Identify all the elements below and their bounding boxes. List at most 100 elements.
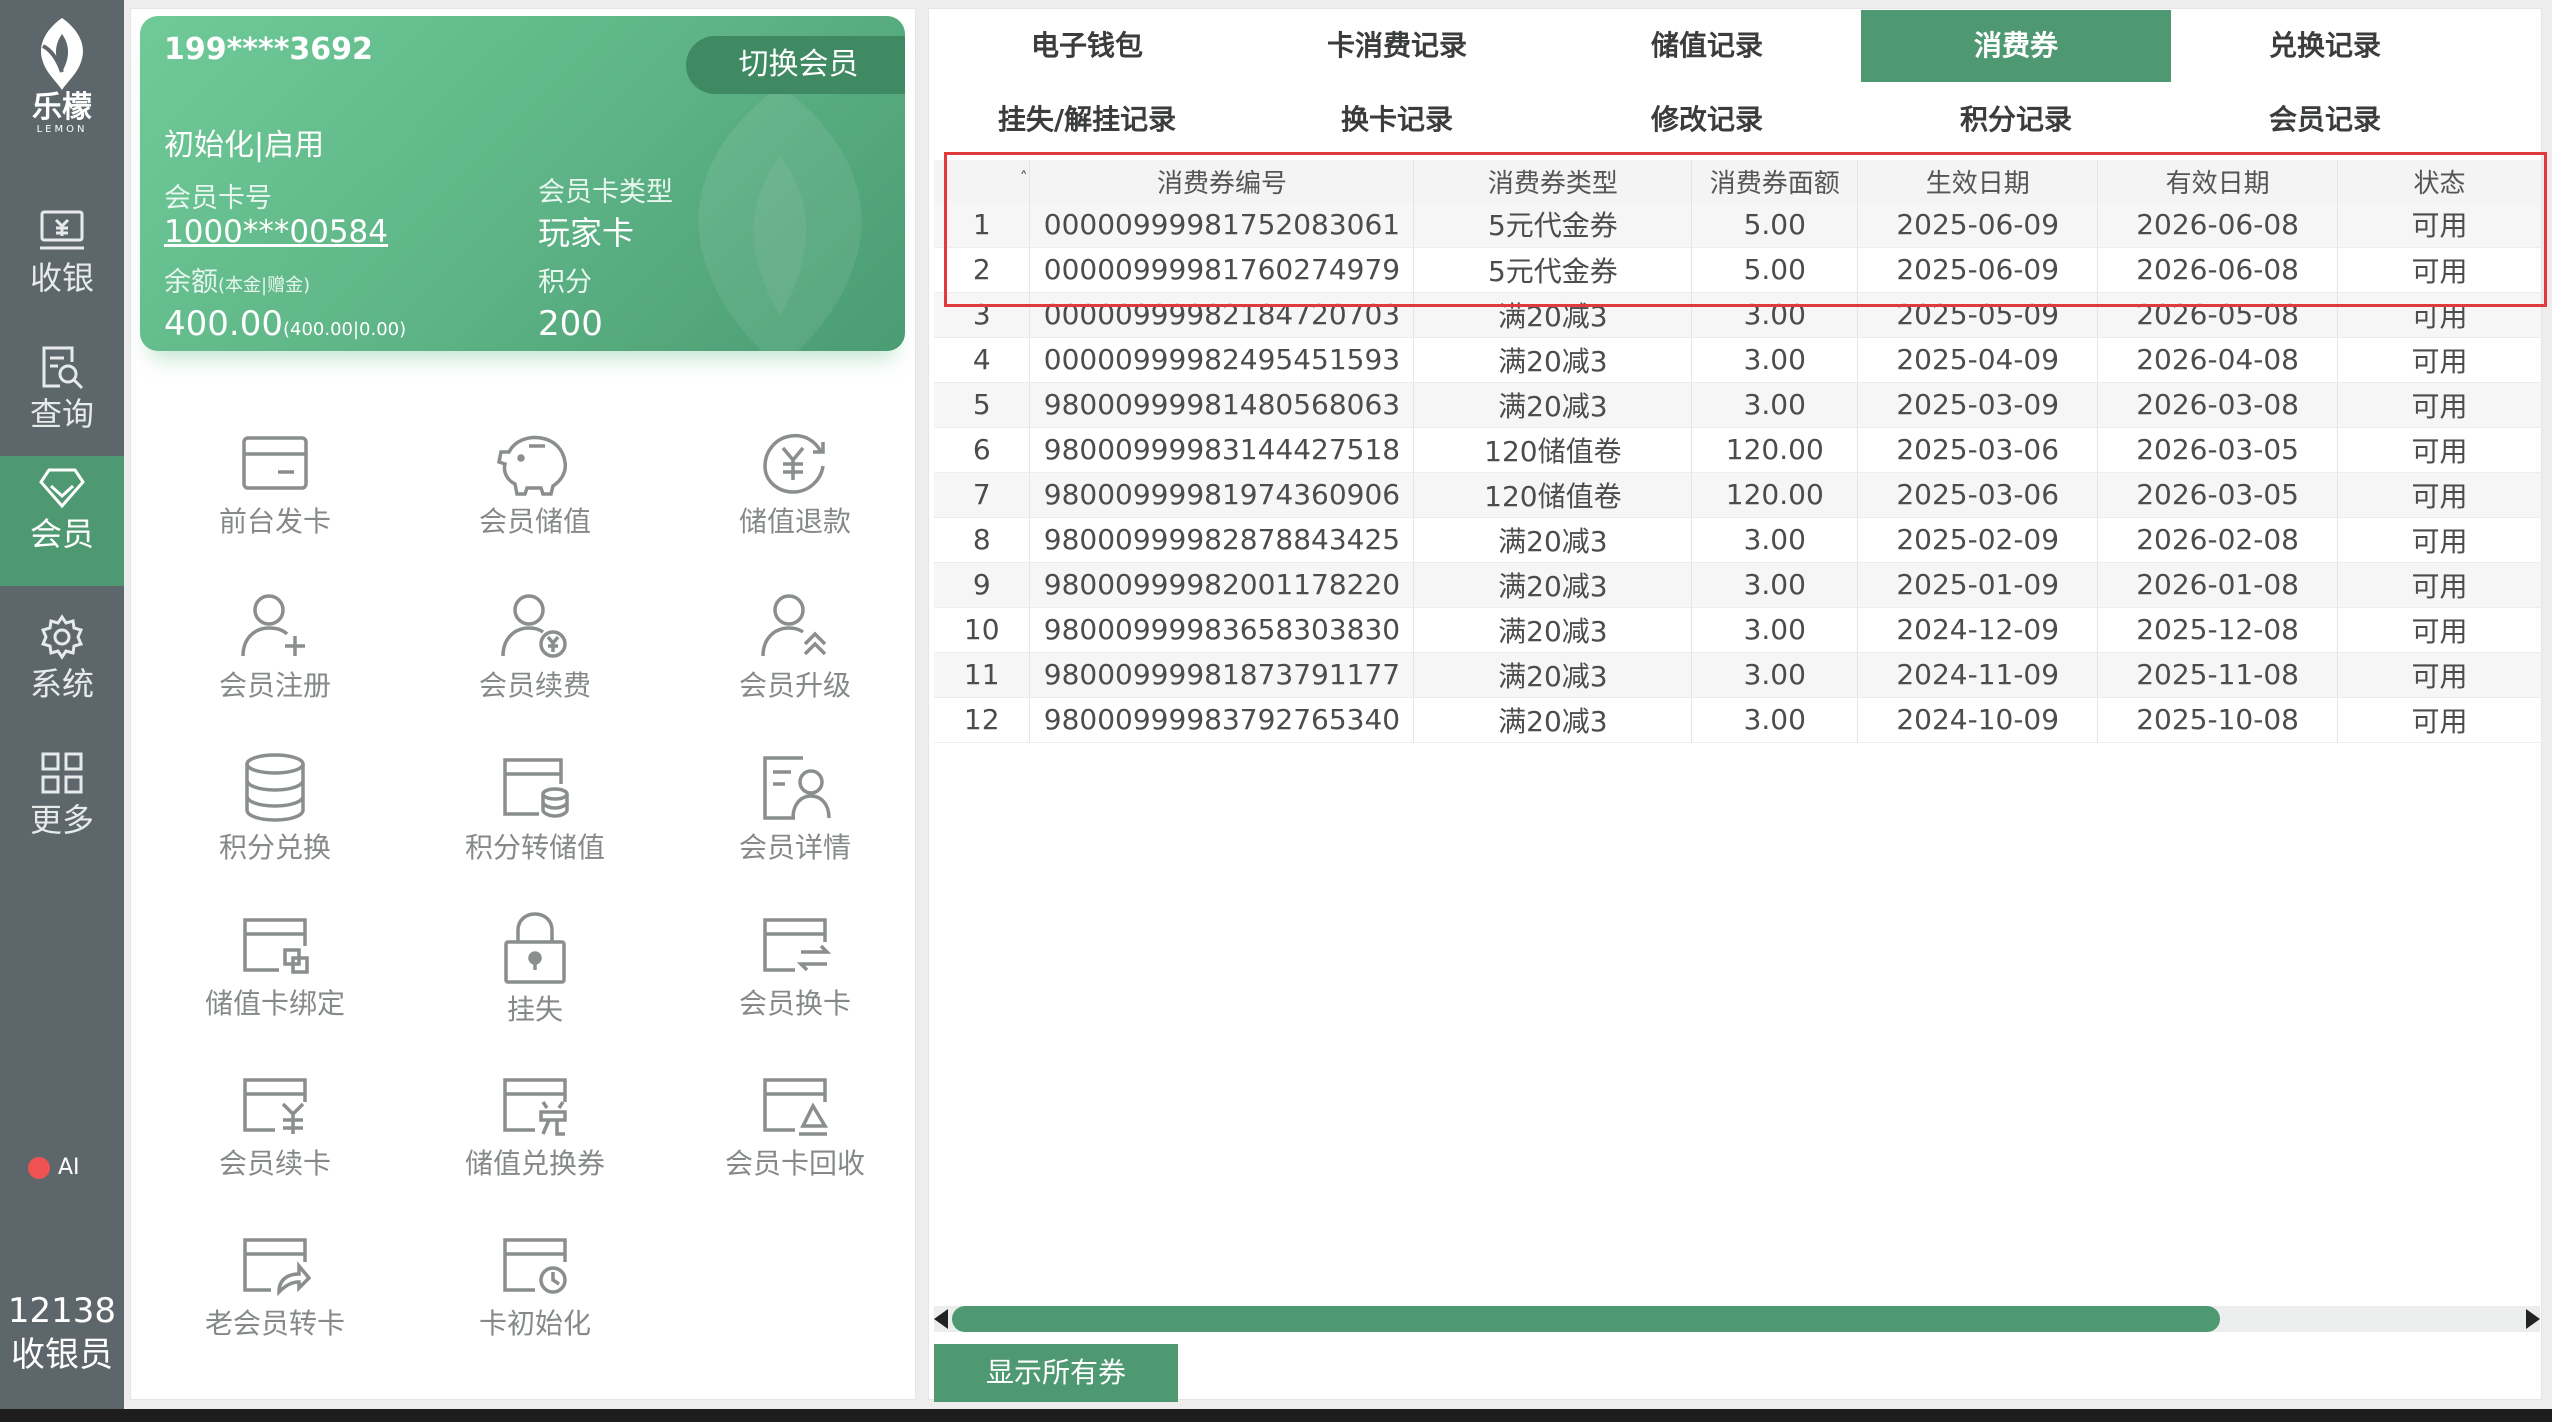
table-row[interactable]: 8 98000999982878843425 满20减3 3.00 2025-02-09… xyxy=(934,517,2542,563)
nav-item-cashier[interactable]: 收银 xyxy=(0,200,124,330)
cell-start-date: 2025-02-09 xyxy=(1857,517,2099,563)
cell-coupon-type: 满20减3 xyxy=(1413,652,1693,698)
card-no-label: 会员卡号 xyxy=(164,183,272,214)
cell-end-date: 2025-11-08 xyxy=(2097,652,2339,698)
table-row[interactable]: 11 98000999981873791177 满20减3 3.00 2024-11-0… xyxy=(934,652,2542,698)
member-card: 199****3692 切换会员 初始化|启用 会员卡号 会员卡类型 1000*… xyxy=(140,16,905,351)
tab-topup-records[interactable]: 储值记录 xyxy=(1552,10,1862,82)
report-loss-button[interactable]: 挂失 xyxy=(420,912,650,1072)
cell-index: 8 xyxy=(934,517,1031,563)
table-row[interactable]: 3 00000999982184720703 满20减3 3.00 2025-05-09… xyxy=(934,292,2542,338)
points-to-balance-button[interactable]: 积分转储值 xyxy=(420,752,650,912)
function-label: 会员详情 xyxy=(738,831,851,864)
nav-item-query[interactable]: 查询 xyxy=(0,336,124,466)
table-row[interactable]: 12 98000999983792765340 满20减3 3.00 2024-10-0… xyxy=(934,697,2542,743)
cell-coupon-no: 98000999982001178220 xyxy=(1029,562,1415,608)
table-row[interactable]: 2 00000999981760274979 5元代金券 5.00 2025-06-09… xyxy=(934,247,2542,293)
tab-card-swap-records[interactable]: 换卡记录 xyxy=(1242,84,1552,156)
ai-label: AI xyxy=(58,1155,80,1180)
cell-coupon-type: 5元代金券 xyxy=(1413,247,1693,293)
table-row[interactable]: 5 98000999981480568063 满20减3 3.00 2025-03-09… xyxy=(934,382,2542,428)
card-init-button[interactable]: 卡初始化 xyxy=(420,1232,650,1392)
col-header-end-date[interactable]: 有效日期 xyxy=(2097,160,2339,202)
card-recycle-button[interactable]: 会员卡回收 xyxy=(680,1072,910,1232)
col-header-index[interactable]: ˄ xyxy=(934,160,1031,202)
card-bind-button[interactable]: 储值卡绑定 xyxy=(160,912,390,1072)
tab-wallet[interactable]: 电子钱包 xyxy=(932,10,1242,82)
cell-status: 可用 xyxy=(2337,562,2542,608)
col-header-coupon-amount[interactable]: 消费券面额 xyxy=(1691,160,1859,202)
card-recycle-icon xyxy=(763,1078,829,1136)
balance-exchange-coupon-button[interactable]: 储值兑换券 xyxy=(420,1072,650,1232)
coupon-table: ˄ 消费券编号 消费券类型 消费券面额 生效日期 有效日期 状态 1 000009… xyxy=(934,160,2542,743)
cell-start-date: 2025-03-06 xyxy=(1857,472,2099,518)
table-row[interactable]: 9 98000999982001178220 满20减3 3.00 2025-01-09… xyxy=(934,562,2542,608)
function-label: 前台发卡 xyxy=(218,505,331,538)
card-renew-button[interactable]: 会员续卡 xyxy=(160,1072,390,1232)
member-upgrade-button[interactable]: 会员升级 xyxy=(680,590,910,750)
function-label: 卡初始化 xyxy=(478,1307,591,1340)
tab-coupons[interactable]: 消费券 xyxy=(1861,10,2171,82)
cell-end-date: 2026-02-08 xyxy=(2097,517,2339,563)
cell-end-date: 2026-06-08 xyxy=(2097,247,2339,293)
points-redeem-button[interactable]: 积分兑换 xyxy=(160,752,390,912)
scrollbar-thumb[interactable] xyxy=(952,1306,2220,1332)
table-row[interactable]: 6 98000999983144427518 120储值卷 120.00 2025-03… xyxy=(934,427,2542,473)
cell-coupon-no: 00000999982495451593 xyxy=(1029,337,1415,383)
switch-member-button[interactable]: 切换会员 xyxy=(686,36,905,94)
card-swap-button[interactable]: 会员换卡 xyxy=(680,912,910,1072)
table-row[interactable]: 1 00000999981752083061 5元代金券 5.00 2025-06-09… xyxy=(934,202,2542,248)
tab-member-records[interactable]: 会员记录 xyxy=(2170,84,2480,156)
tab-exchange-records[interactable]: 兑换记录 xyxy=(2170,10,2480,82)
member-renew-button[interactable]: 会员续费 xyxy=(420,590,650,750)
tab-modify-records[interactable]: 修改记录 xyxy=(1552,84,1862,156)
cell-start-date: 2024-10-09 xyxy=(1857,697,2099,743)
balance-sub-label: (本金|赠金) xyxy=(218,275,311,296)
cell-status: 可用 xyxy=(2337,517,2542,563)
scroll-left-arrow-icon[interactable] xyxy=(934,1309,948,1329)
cell-amount: 3.00 xyxy=(1691,562,1859,608)
card-exchange-icon xyxy=(503,1078,567,1136)
tab-loss-records[interactable]: 挂失/解挂记录 xyxy=(932,84,1242,156)
card-icon xyxy=(242,436,308,490)
nav-item-system[interactable]: 系统 xyxy=(0,606,124,736)
nav-item-member[interactable]: 会员 xyxy=(0,456,124,586)
scroll-right-arrow-icon[interactable] xyxy=(2526,1309,2540,1329)
col-header-status[interactable]: 状态 xyxy=(2337,160,2542,202)
cell-index: 4 xyxy=(934,337,1031,383)
horizontal-scrollbar[interactable] xyxy=(934,1306,2540,1332)
table-row[interactable]: 4 00000999982495451593 满20减3 3.00 2025-04-09… xyxy=(934,337,2542,383)
function-label: 积分转储值 xyxy=(464,831,605,864)
ai-assistant[interactable]: AI xyxy=(28,1155,80,1180)
cell-coupon-type: 满20减3 xyxy=(1413,697,1693,743)
cell-index: 2 xyxy=(934,247,1031,293)
member-topup-button[interactable]: 会员储值 xyxy=(420,430,650,590)
cell-index: 9 xyxy=(934,562,1031,608)
balance-value: 400.00 xyxy=(164,304,283,344)
member-register-button[interactable]: 会员注册 xyxy=(160,590,390,750)
member-detail-button[interactable]: 会员详情 xyxy=(680,752,910,912)
cell-amount: 120.00 xyxy=(1691,427,1859,473)
cell-start-date: 2025-05-09 xyxy=(1857,292,2099,338)
balance-detail: (400.00|0.00) xyxy=(282,319,407,340)
gear-icon xyxy=(40,614,84,660)
cell-status: 可用 xyxy=(2337,247,2542,293)
tab-points-records[interactable]: 积分记录 xyxy=(1861,84,2171,156)
col-header-coupon-no[interactable]: 消费券编号 xyxy=(1029,160,1415,202)
cell-coupon-type: 5元代金券 xyxy=(1413,202,1693,248)
cell-status: 可用 xyxy=(2337,427,2542,473)
show-all-coupons-button[interactable]: 显示所有券 xyxy=(934,1344,1178,1402)
function-label: 会员升级 xyxy=(738,669,851,702)
cell-amount: 3.00 xyxy=(1691,337,1859,383)
card-number[interactable]: 1000***00584 xyxy=(164,214,388,250)
topup-refund-button[interactable]: 储值退款 xyxy=(680,430,910,590)
old-member-transfer-button[interactable]: 老会员转卡 xyxy=(160,1232,390,1392)
col-header-start-date[interactable]: 生效日期 xyxy=(1857,160,2099,202)
table-row[interactable]: 10 98000999983658303830 满20减3 3.00 2024-12-0… xyxy=(934,607,2542,653)
table-row[interactable]: 7 98000999981974360906 120储值卷 120.00 2025-03… xyxy=(934,472,2542,518)
issue-card-button[interactable]: 前台发卡 xyxy=(160,430,390,590)
tab-card-consumption[interactable]: 卡消费记录 xyxy=(1242,10,1552,82)
col-header-coupon-type[interactable]: 消费券类型 xyxy=(1413,160,1693,202)
nav-item-more[interactable]: 更多 xyxy=(0,742,124,872)
cell-status: 可用 xyxy=(2337,607,2542,653)
